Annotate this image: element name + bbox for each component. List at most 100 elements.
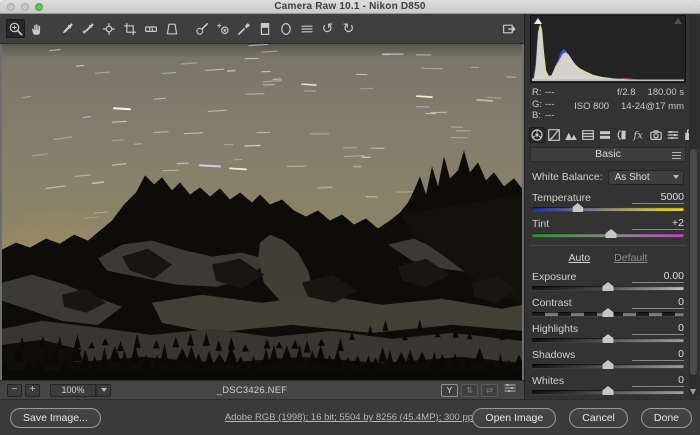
hand-icon (29, 21, 45, 37)
preferences-icon (299, 21, 315, 37)
crop-icon (122, 21, 138, 37)
temperature-value-field[interactable]: 5000 (632, 191, 684, 204)
rgb-readout: R:--- G:--- B:--- (532, 88, 555, 123)
done-button[interactable]: Done (641, 408, 692, 428)
exif-info: R:--- G:--- B:--- f/2.8 180.00 s ISO 800… (532, 88, 684, 123)
iso-value: ISO 800 (574, 102, 609, 113)
slider-label: Temperature (532, 192, 591, 204)
exposure-slider: Exposure0.00 (530, 270, 686, 290)
tab-effects[interactable]: fx (631, 127, 647, 143)
preview-preferences-button[interactable] (503, 381, 517, 399)
scroll-down-arrow-icon[interactable] (690, 389, 696, 395)
tab-lens-corrections[interactable] (614, 127, 630, 143)
cancel-button[interactable]: Cancel (569, 408, 628, 428)
temperature-track[interactable] (532, 207, 684, 211)
slider-thumb[interactable] (606, 229, 617, 238)
shadows-track[interactable] (532, 364, 684, 368)
tab-basic[interactable] (529, 127, 545, 143)
white-balance-tool-button[interactable] (57, 19, 76, 38)
slider-label: Whites (532, 375, 564, 387)
save-image-button[interactable]: Save Image... (10, 408, 101, 428)
whites-track[interactable] (532, 390, 684, 394)
toggle-fullscreen-button[interactable] (499, 19, 518, 38)
tab-hsl-grayscale[interactable] (580, 127, 596, 143)
copy-settings-button[interactable]: ⇄ (481, 384, 498, 397)
red-eye-removal-tool-button[interactable] (213, 19, 232, 38)
spot-removal-tool-button[interactable] (192, 19, 211, 38)
before-after-view-button[interactable]: Y (441, 384, 458, 397)
rotate-right-button[interactable]: ↻ (339, 19, 358, 38)
target-icon (101, 21, 117, 37)
tab-detail[interactable] (563, 127, 579, 143)
color-sampler-tool-button[interactable] (78, 19, 97, 38)
slider-thumb[interactable] (572, 203, 583, 212)
radial-filter-tool-button[interactable] (276, 19, 295, 38)
workflow-options-link[interactable]: Adobe RGB (1998); 16 bit; 5504 by 8256 (… (225, 412, 475, 423)
zoom-window-button[interactable] (35, 3, 43, 11)
tab-presets[interactable] (665, 127, 681, 143)
toolbar: ↺ ↻ (0, 14, 524, 44)
zoom-out-button[interactable]: − (7, 384, 22, 397)
svg-text:fx: fx (633, 131, 644, 142)
exposure-track[interactable] (532, 286, 684, 290)
swap-before-after-button[interactable]: ⇅ (461, 384, 478, 397)
targeted-adjustment-tool-button[interactable] (99, 19, 118, 38)
tab-tone-curve[interactable] (546, 127, 562, 143)
white-balance-value: As Shot (615, 172, 673, 183)
open-image-button[interactable]: Open Image (472, 408, 556, 428)
slider-thumb[interactable] (603, 308, 614, 317)
preferences-button[interactable] (297, 19, 316, 38)
close-button (7, 3, 15, 11)
rotate-left-button[interactable]: ↺ (318, 19, 337, 38)
panel-menu-icon[interactable] (672, 152, 681, 159)
zoom-level-dropdown-button[interactable] (96, 384, 111, 397)
chevron-down-icon (673, 175, 679, 179)
white-balance-select[interactable]: As Shot (608, 170, 684, 185)
contrast-track[interactable] (532, 312, 684, 316)
contrast-value-field[interactable]: 0 (632, 296, 684, 309)
scrollbar-thumb[interactable] (690, 149, 697, 375)
rotate-ccw-icon: ↺ (322, 22, 334, 36)
split-toning-icon (598, 128, 612, 142)
slider-thumb[interactable] (603, 386, 614, 395)
tint-value-field[interactable]: +2 (632, 217, 684, 230)
default-link[interactable]: Default (614, 252, 647, 264)
r-label: R: (532, 88, 545, 99)
histogram (530, 15, 686, 83)
red-eye-icon (215, 21, 231, 37)
slider-thumb[interactable] (603, 360, 614, 369)
slider-thumb[interactable] (603, 334, 614, 343)
camera-icon (649, 128, 663, 142)
shadows-value-field[interactable]: 0 (632, 348, 684, 361)
graduated-filter-tool-button[interactable] (255, 19, 274, 38)
statusbar: − + 100% _DSC3426.NEF Y ⇅ ⇄ (0, 380, 524, 399)
exposure-value-field[interactable]: 0.00 (632, 270, 684, 283)
tint-track[interactable] (532, 233, 684, 237)
whites-value-field[interactable]: 0 (632, 374, 684, 387)
slider-thumb[interactable] (603, 282, 614, 291)
g-label: G: (532, 100, 545, 111)
rotate-cw-icon: ↻ (343, 22, 355, 36)
tint-slider: Tint+2 (530, 217, 686, 237)
photo-preview (2, 44, 522, 380)
adjustment-brush-tool-button[interactable] (234, 19, 253, 38)
tab-split-toning[interactable] (597, 127, 613, 143)
zoom-tool-button[interactable] (6, 19, 25, 38)
tab-camera-calibration[interactable] (648, 127, 664, 143)
zoom-in-button[interactable]: + (25, 384, 40, 397)
straighten-tool-button[interactable] (141, 19, 160, 38)
graduated-filter-icon (257, 21, 273, 37)
panel-scrollbar[interactable] (689, 15, 698, 397)
image-viewport[interactable] (0, 44, 524, 380)
transform-tool-button[interactable] (162, 19, 181, 38)
zoom-level-field[interactable]: 100% (50, 384, 96, 397)
aperture-icon (530, 128, 544, 142)
eyedropper-icon (59, 21, 75, 37)
footer: Save Image... Adobe RGB (1998); 16 bit; … (0, 399, 700, 435)
highlights-track[interactable] (532, 338, 684, 342)
b-label: B: (532, 111, 545, 122)
hand-tool-button[interactable] (27, 19, 46, 38)
highlights-value-field[interactable]: 0 (632, 322, 684, 335)
auto-link[interactable]: Auto (569, 252, 591, 264)
crop-tool-button[interactable] (120, 19, 139, 38)
